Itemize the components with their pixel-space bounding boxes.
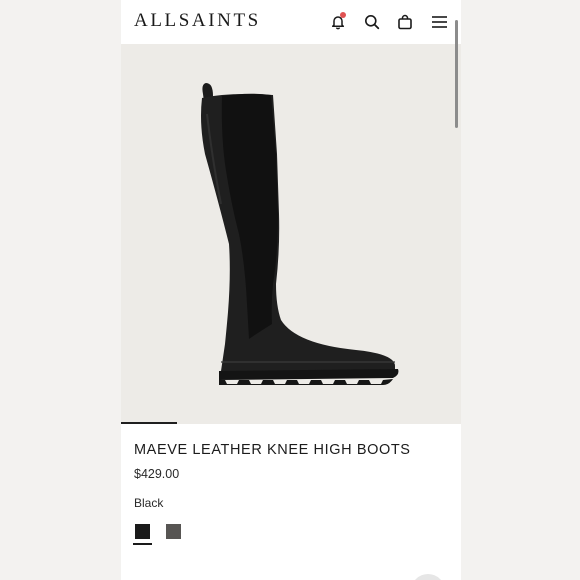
top-header: ALLSAINTS (121, 0, 461, 44)
product-image[interactable] (121, 44, 461, 424)
search-icon[interactable] (361, 11, 383, 33)
scrollbar[interactable] (455, 20, 458, 128)
product-title: MAEVE LEATHER KNEE HIGH BOOTS (134, 442, 411, 458)
color-swatch-grey[interactable] (166, 524, 181, 539)
notification-bell-icon[interactable] (327, 11, 349, 33)
selected-swatch-underline (133, 543, 152, 545)
carousel-indicator (121, 422, 177, 424)
shopping-bag-icon[interactable] (394, 11, 416, 33)
right-backdrop (461, 0, 580, 580)
product-price: $429.00 (134, 467, 180, 481)
mobile-screen: ALLSAINTS MAEVE LEATHER KNEE HIGH BOOTS … (121, 0, 461, 580)
color-swatch-black[interactable] (135, 524, 150, 539)
knee-high-boot-image (201, 83, 399, 385)
selected-color-label: Black (134, 496, 164, 510)
hamburger-menu-icon[interactable] (428, 11, 450, 33)
notification-dot (340, 12, 346, 18)
brand-logo[interactable]: ALLSAINTS (134, 10, 261, 32)
floating-action-button[interactable] (411, 574, 445, 580)
left-backdrop (0, 0, 121, 580)
